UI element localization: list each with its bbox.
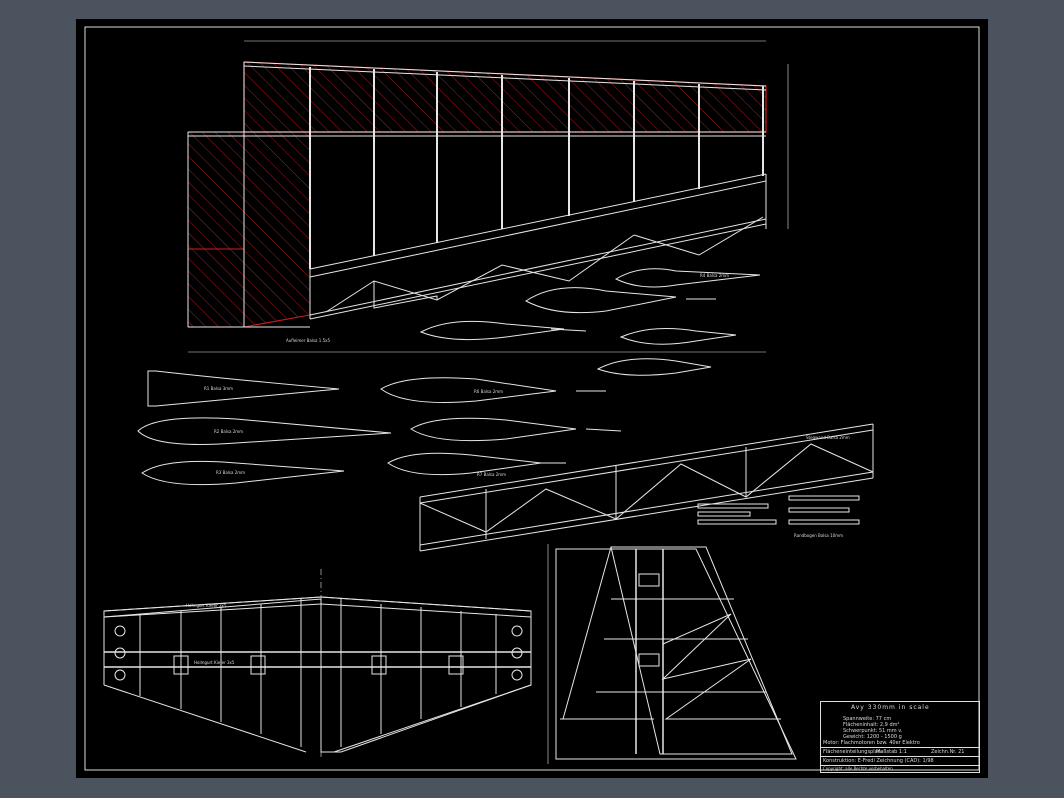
tb-row1-b: Maßstab 1:1 bbox=[876, 749, 907, 755]
fin-plan bbox=[547, 544, 797, 764]
spar-truss-strip bbox=[419, 423, 874, 552]
label-spar-bot: Holmgurt Kiefer 3x5 bbox=[194, 660, 235, 665]
label-rib-c: R2 Balsa 2mm bbox=[214, 429, 243, 434]
red-note-label: Aufleimer Balsa 1.5x5 bbox=[286, 338, 330, 343]
label-rib-d: R3 Balsa 2mm bbox=[216, 470, 245, 475]
tb-row1-c: Zeichn.Nr. 21 bbox=[931, 749, 965, 755]
label-rib-e: R6 Balsa 2mm bbox=[474, 389, 503, 394]
drawing-canvas: Aufleimer Balsa 1.5x5 R4 Balsa 2mm R1 Ba… bbox=[84, 26, 980, 771]
cad-viewport: Aufleimer Balsa 1.5x5 R4 Balsa 2mm R1 Ba… bbox=[0, 0, 1064, 798]
title-heading: Avy 330mm in scale bbox=[851, 704, 930, 711]
label-spar-top: Holmgurt Kiefer 3x5 bbox=[186, 603, 227, 608]
label-ail: Randbogen Balsa 10mm bbox=[794, 533, 843, 538]
title-block: Avy 330mm in scale Spannweite: 77 cm Flä… bbox=[820, 701, 980, 773]
tb-row2: Konstruktion: E-Fredi Zeichnung (CAD): 1… bbox=[823, 758, 934, 764]
spec-line-5: Motor: Flachmotoren bzw. 40er Elektro bbox=[823, 740, 920, 746]
wing-panel-plan bbox=[187, 40, 789, 353]
label-web: Stegwand Balsa 2mm bbox=[806, 435, 850, 440]
label-rib-b: R1 Balsa 3mm bbox=[204, 386, 233, 391]
stabilizer-plan bbox=[103, 569, 532, 759]
drawing-sheet: Aufleimer Balsa 1.5x5 R4 Balsa 2mm R1 Ba… bbox=[76, 19, 988, 778]
label-rib-f: R7 Balsa 2mm bbox=[477, 472, 506, 477]
tb-row1-a: Flächeneinteilungsplan bbox=[823, 749, 881, 755]
label-rib-a: R4 Balsa 2mm bbox=[700, 273, 729, 278]
rib-profiles-right bbox=[419, 268, 761, 376]
tb-row3: Copyright: alle Rechte vorbehalten bbox=[823, 766, 893, 771]
